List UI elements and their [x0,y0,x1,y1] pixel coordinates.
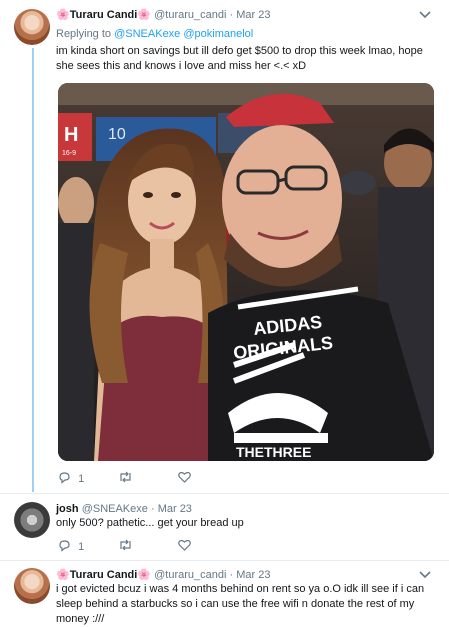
tweet-photo[interactable]: H 16-9 10 ADIDAS ORIGINALS THETHREE [58,83,434,461]
tweet-3[interactable]: 🌸Turaru Candi🌸 @turaru_candi · Mar 23 i … [0,561,449,627]
user-handle[interactable]: @turaru_candi [154,569,226,581]
heart-icon [178,539,191,551]
like-button[interactable] [178,471,191,486]
tweet-text: i got evicted bcuz i was 4 months behind… [56,583,425,625]
timestamp[interactable]: Mar 23 [158,503,192,515]
flower-icon: 🌸 [56,569,70,581]
tweet-text: only 500? pathetic... get your bread up [56,517,244,529]
flower-icon: 🌸 [137,569,152,581]
display-name[interactable]: Turaru Candi [70,9,138,21]
chevron-down-icon[interactable] [419,8,431,22]
flower-icon: 🌸 [56,9,70,21]
chevron-down-icon[interactable] [419,568,431,582]
avatar[interactable] [14,9,50,45]
reply-count: 1 [78,541,85,553]
reply-button[interactable]: 1 [58,471,84,485]
reply-icon [59,540,70,552]
user-handle[interactable]: @turaru_candi [154,9,226,21]
sign-10: 10 [108,126,126,143]
replying-to-link[interactable]: @SNEAKexe @pokimanelol [114,28,253,40]
reply-count: 1 [78,473,85,485]
photo-illustration: H 16-9 10 ADIDAS ORIGINALS THETHREE [58,83,434,461]
tweet-1[interactable]: 🌸Turaru Candi🌸 @turaru_candi · Mar 23 Re… [0,0,449,492]
flower-icon: 🌸 [137,9,152,21]
retweet-button[interactable] [118,539,133,554]
display-name[interactable]: josh [56,503,79,515]
tweet-text: im kinda short on savings but ill defo g… [56,45,423,72]
reply-icon [59,472,70,484]
tweet-actions: 1 [58,539,318,555]
avatar[interactable] [14,502,50,538]
separator-dot: · [150,503,155,515]
separator-dot: · [229,9,234,21]
tweet-2[interactable]: josh @SNEAKexe · Mar 23 only 500? pathet… [0,494,449,556]
sign-h-sub: 16-9 [62,150,76,157]
user-handle[interactable]: @SNEAKexe [82,503,148,515]
timestamp[interactable]: Mar 23 [236,569,270,581]
like-button[interactable] [178,539,191,554]
shirt-text-three: THETHREE [236,444,311,460]
replying-to: Replying to @SNEAKexe @pokimanelol [56,27,253,42]
avatar[interactable] [14,568,50,604]
timestamp[interactable]: Mar 23 [236,9,270,21]
sign-h: H [64,124,78,146]
reply-button[interactable]: 1 [58,539,84,553]
tweet-header: 🌸Turaru Candi🌸 @turaru_candi · Mar 23 [56,567,270,583]
retweet-button[interactable] [118,471,133,486]
tweet-actions: 1 [58,471,318,487]
retweet-icon [120,539,131,551]
separator-dot: · [229,569,234,581]
thread-line [32,48,34,492]
retweet-icon [120,471,131,483]
heart-icon [178,471,191,483]
replying-prefix: Replying to [56,28,112,40]
tweet-header: josh @SNEAKexe · Mar 23 [56,501,192,517]
tweet-header: 🌸Turaru Candi🌸 @turaru_candi · Mar 23 [56,7,270,23]
display-name[interactable]: Turaru Candi [70,569,138,581]
